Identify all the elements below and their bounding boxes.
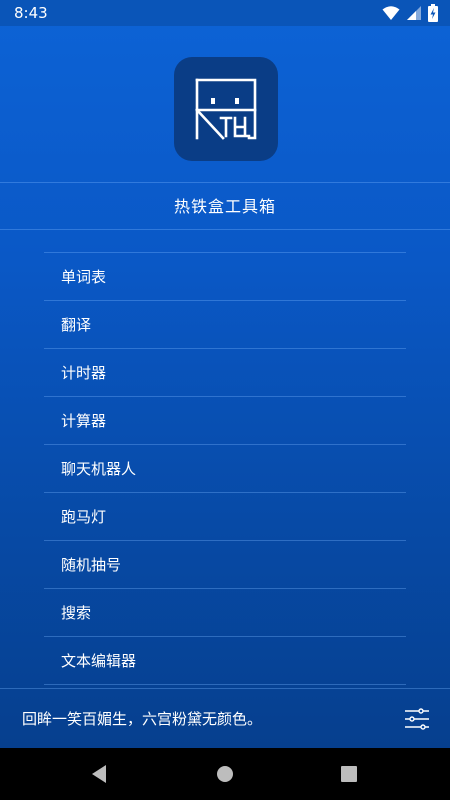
- menu-item-chatbot[interactable]: 聊天机器人: [44, 445, 406, 493]
- menu-item-label: 文本编辑器: [61, 652, 137, 670]
- menu-item-label: 搜索: [61, 604, 92, 622]
- menu-item-text-editor[interactable]: 文本编辑器: [44, 637, 406, 685]
- recents-icon[interactable]: [337, 762, 361, 786]
- header-divider-bottom: [0, 229, 450, 230]
- menu-item-marquee[interactable]: 跑马灯: [44, 493, 406, 541]
- menu-item-calculator[interactable]: 计算器: [44, 397, 406, 445]
- header-divider-top: [0, 182, 450, 183]
- status-bar: 8:43: [0, 0, 450, 26]
- toolbox-logo-icon: [174, 57, 278, 161]
- menu-item-random-draw[interactable]: 随机抽号: [44, 541, 406, 589]
- signal-icon: [406, 5, 422, 21]
- tool-menu-list: 单词表 翻译 计时器 计算器 聊天机器人 跑马灯 随机抽号 搜索 文本编辑器: [44, 252, 406, 685]
- menu-item-timer[interactable]: 计时器: [44, 349, 406, 397]
- system-nav-bar: [0, 748, 450, 800]
- menu-item-label: 计时器: [61, 364, 107, 382]
- footer-bar: 回眸一笑百媚生，六宫粉黛无颜色。: [0, 688, 450, 748]
- menu-item-translate[interactable]: 翻译: [44, 301, 406, 349]
- status-time: 8:43: [14, 4, 48, 22]
- menu-item-label: 聊天机器人: [61, 460, 137, 478]
- menu-item-label: 跑马灯: [61, 508, 107, 526]
- battery-charging-icon: [428, 4, 438, 22]
- app-title: 热铁盒工具箱: [173, 197, 276, 216]
- menu-item-label: 随机抽号: [61, 556, 122, 574]
- menu-item-wordlist[interactable]: 单词表: [44, 253, 406, 301]
- wifi-icon: [382, 5, 400, 21]
- menu-item-label: 单词表: [61, 268, 107, 286]
- back-icon[interactable]: [88, 762, 112, 786]
- footer-quote: 回眸一笑百媚生，六宫粉黛无颜色。: [22, 710, 263, 728]
- menu-item-label: 翻译: [61, 316, 92, 334]
- menu-item-search[interactable]: 搜索: [44, 589, 406, 637]
- home-icon[interactable]: [213, 762, 237, 786]
- app-screen: 8:43 热铁盒工具箱 单词表 翻译 计时器 计算器 聊天机器人 跑马灯 随机抽…: [0, 0, 450, 748]
- sliders-icon[interactable]: [404, 708, 430, 730]
- menu-item-label: 计算器: [61, 412, 107, 430]
